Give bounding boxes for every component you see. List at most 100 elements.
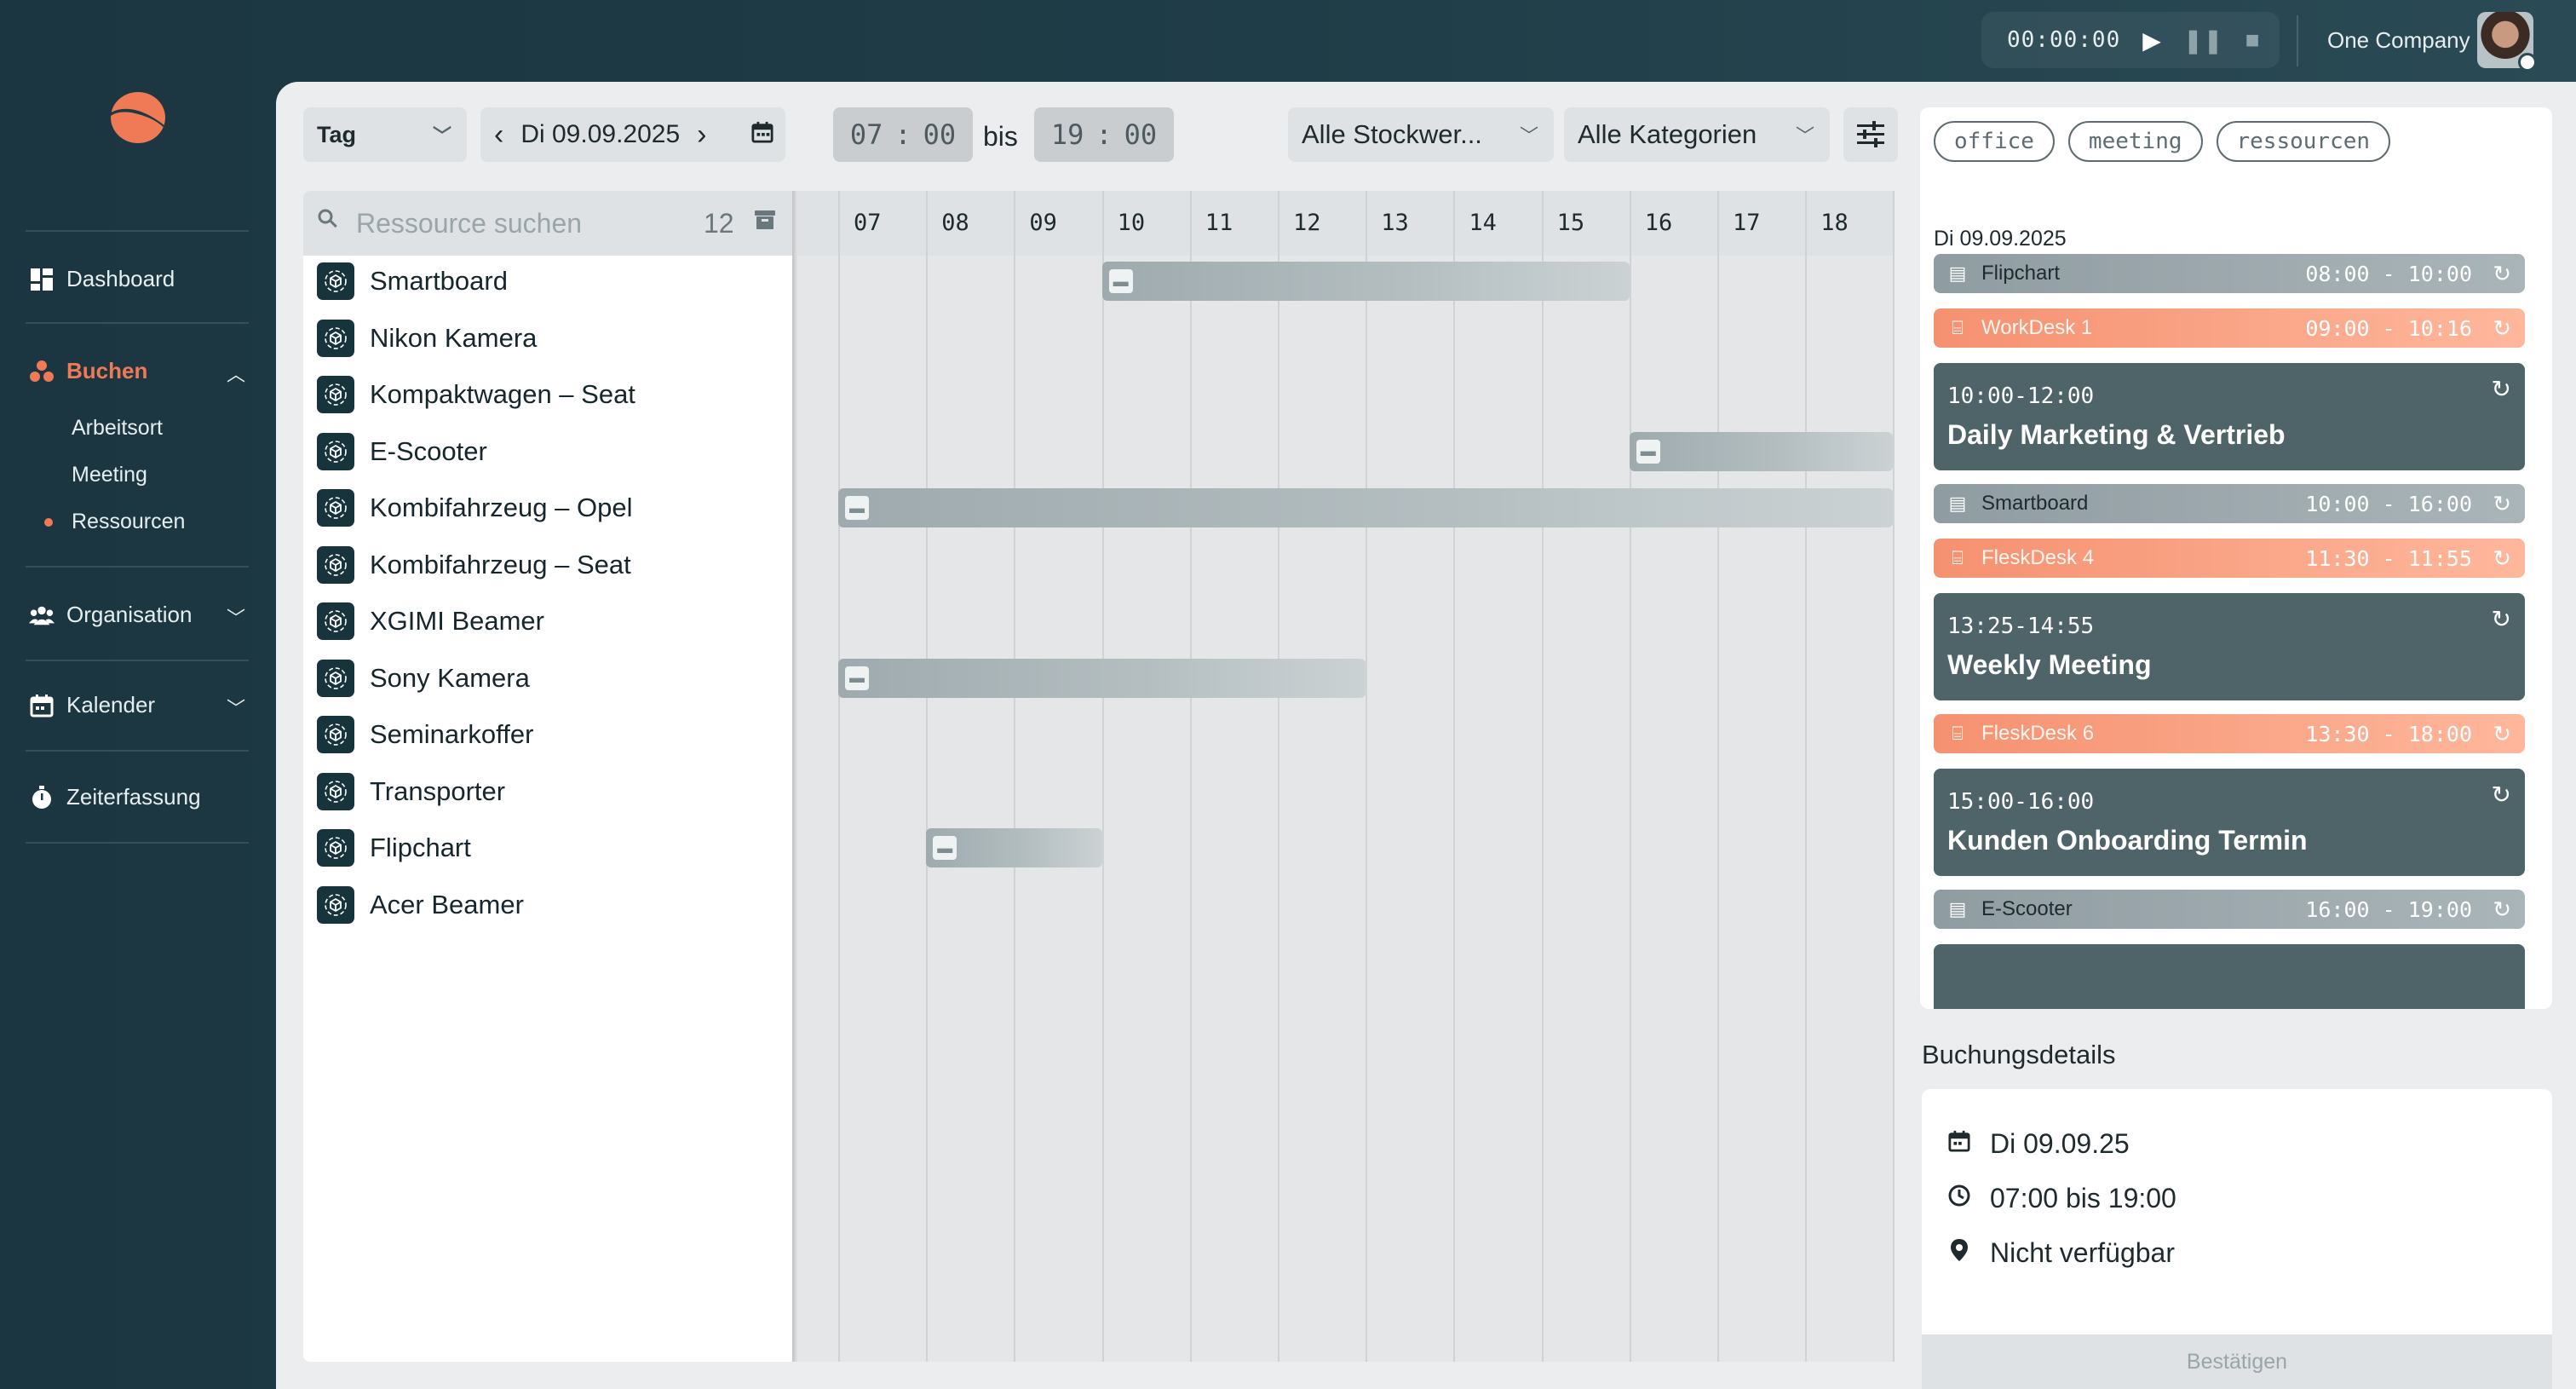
timeline-grid: 07080910111213141516171819▬▬▬▬▬ [797, 191, 1895, 1362]
hour-gridline [1366, 191, 1368, 1362]
avatar[interactable] [2477, 12, 2537, 72]
top-bar: 00:00:00 ▶ ❚❚ ■ One Company [0, 0, 2576, 82]
filter-settings-button[interactable] [1843, 107, 1898, 162]
hour-label: 15 [1556, 210, 1585, 236]
resource-row[interactable]: Flipchart [317, 827, 471, 869]
resource-row[interactable]: XGIMI Beamer [317, 600, 544, 643]
sidebar-item-label: Zeiterfassung [66, 784, 201, 810]
chevron-right-icon[interactable]: › [697, 118, 706, 152]
category-select[interactable]: Alle Kategorien ﹀ [1564, 107, 1830, 162]
resource-row[interactable]: Kompaktwagen – Seat [317, 373, 635, 416]
archive-icon[interactable] [753, 208, 777, 238]
resource-icon [317, 772, 354, 810]
sidebar-item-label: Kalender [66, 692, 156, 718]
chevron-left-icon[interactable]: ‹ [494, 118, 503, 152]
sidebar-item-kalender[interactable]: Kalender [29, 692, 155, 718]
resource-row[interactable]: Transporter [317, 770, 505, 813]
agenda-desk-booking[interactable]: ⌸ WorkDesk 1 09:00 - 10:16 ↻ [1934, 308, 2525, 348]
view-select[interactable]: Tag ﹀ [303, 107, 467, 162]
company-name[interactable]: One Company [2327, 27, 2470, 54]
hour-label: 10 [1117, 210, 1146, 236]
resource-search: 12 [303, 191, 792, 256]
sidebar-item-dashboard[interactable]: Dashboard [29, 266, 175, 292]
hour-label: 12 [1293, 210, 1321, 236]
view-select-value: Tag [317, 121, 356, 147]
resource-row[interactable]: Nikon Kamera [317, 317, 537, 360]
logo-icon[interactable] [106, 87, 174, 147]
desk-icon: ⌸ [1952, 723, 1964, 744]
tag-ressourcen[interactable]: ressourcen [2216, 121, 2391, 162]
sidebar-item-zeiterfassung[interactable]: Zeiterfassung [29, 784, 201, 810]
resource-name: Flipchart [370, 833, 471, 862]
resource-row[interactable]: Kombifahrzeug – Opel [317, 487, 632, 529]
tag-meeting[interactable]: meeting [2067, 121, 2203, 162]
agenda-desk-booking[interactable]: ⌸ FleskDesk 4 11:30 - 11:55 ↻ [1934, 539, 2525, 578]
agenda-meeting[interactable]: 10:00-12:00 Daily Marketing & Vertrieb ↻ [1934, 363, 2525, 470]
agenda-meeting[interactable]: 15:00-16:00 Kunden Onboarding Termin ↻ [1934, 769, 2525, 876]
timer-display: 00:00:00 [2007, 27, 2121, 53]
start-time-picker[interactable]: 07 : 00 [833, 107, 973, 162]
hour-gridline [838, 191, 840, 1362]
booking-name: FleskDesk 6 [1981, 722, 2095, 745]
detail-location-row: Nicht verfügbar [1947, 1237, 2175, 1269]
end-hour[interactable]: 19 [1051, 118, 1084, 151]
hour-gridline [1278, 191, 1279, 1362]
resource-row[interactable]: Acer Beamer [317, 884, 524, 926]
resource-row[interactable]: Kombifahrzeug – Seat [317, 544, 631, 586]
resource-row[interactable]: Sony Kamera [317, 657, 530, 700]
agenda-desk-booking[interactable]: ⌸ FleskDesk 6 13:30 - 18:00 ↻ [1934, 714, 2525, 753]
recurring-icon: ↻ [2493, 314, 2511, 341]
agenda-resource-booking[interactable]: ▤ E-Scooter 16:00 - 19:00 ↻ [1934, 890, 2525, 929]
detail-time: 07:00 bis 19:00 [1990, 1183, 2176, 1213]
start-minute[interactable]: 00 [923, 118, 957, 151]
archive-icon: ▬ [845, 496, 869, 520]
floor-select[interactable]: Alle Stockwer... ﹀ [1288, 107, 1554, 162]
hour-gridline [1541, 191, 1544, 1362]
agenda-meeting[interactable]: 13:25-14:55 Weekly Meeting ↻ [1934, 593, 2525, 700]
end-time-picker[interactable]: 19 : 00 [1034, 107, 1174, 162]
sidebar-divider [26, 842, 249, 844]
search-input[interactable] [356, 201, 680, 245]
recurring-icon: ↻ [2493, 545, 2511, 571]
agenda-resource-booking[interactable]: ▤ Flipchart 08:00 - 10:00 ↻ [1934, 254, 2525, 293]
resource-name: Seminarkoffer [370, 719, 534, 749]
booking-bar[interactable]: ▬ [838, 658, 1366, 698]
booking-time: 08:00 - 10:00 [2305, 261, 2472, 286]
date-navigator: ‹ Di 09.09.2025 › [480, 107, 785, 162]
stop-icon[interactable]: ■ [2245, 26, 2260, 54]
confirm-button[interactable]: Bestätigen [1922, 1334, 2552, 1389]
tag-office[interactable]: office [1934, 121, 2055, 162]
pause-icon[interactable]: ❚❚ [2183, 26, 2223, 55]
chevron-down-icon[interactable]: ﹀ [227, 603, 245, 631]
end-minute[interactable]: 00 [1124, 118, 1158, 151]
hour-gridline [1805, 191, 1808, 1362]
recurring-icon: ↻ [2493, 896, 2511, 922]
stopwatch-icon [29, 785, 55, 810]
play-icon[interactable]: ▶ [2142, 26, 2161, 55]
booking-bar[interactable]: ▬ [926, 828, 1102, 867]
booking-bar[interactable]: ▬ [838, 488, 1894, 527]
sidebar-subitem-ressourcen[interactable]: Ressourcen [72, 510, 185, 534]
sidebar-subitem-meeting[interactable]: Meeting [72, 463, 147, 487]
start-hour[interactable]: 07 [850, 118, 883, 151]
booking-time: 09:00 - 10:16 [2305, 315, 2472, 341]
search-icon [317, 208, 339, 236]
chevron-up-icon[interactable]: ︿ [227, 360, 245, 387]
calendar-picker-icon[interactable] [751, 121, 773, 149]
current-date[interactable]: Di 09.09.2025 [520, 120, 680, 149]
agenda-meeting[interactable] [1934, 944, 2525, 1009]
sidebar-item-organisation[interactable]: Organisation [29, 602, 192, 628]
resource-row[interactable]: Smartboard [317, 260, 508, 303]
agenda-resource-booking[interactable]: ▤ Smartboard 10:00 - 16:00 ↻ [1934, 484, 2525, 523]
sidebar-subitem-arbeitsort[interactable]: Arbeitsort [72, 416, 163, 441]
chevron-down-icon[interactable]: ﹀ [227, 694, 245, 721]
booking-bar[interactable]: ▬ [1629, 431, 1894, 471]
agenda-filter-tags: office meeting ressourcen [1934, 121, 2391, 162]
sidebar-item-buchen[interactable]: Buchen [29, 358, 147, 384]
hour-gridline [1014, 191, 1016, 1362]
resource-row[interactable]: Seminarkoffer [317, 713, 533, 756]
resource-row[interactable]: E-Scooter [317, 430, 487, 473]
sidebar-divider [26, 230, 249, 232]
booking-bar[interactable]: ▬ [1101, 262, 1630, 301]
meeting-title: Kunden Onboarding Termin [1947, 825, 2308, 856]
